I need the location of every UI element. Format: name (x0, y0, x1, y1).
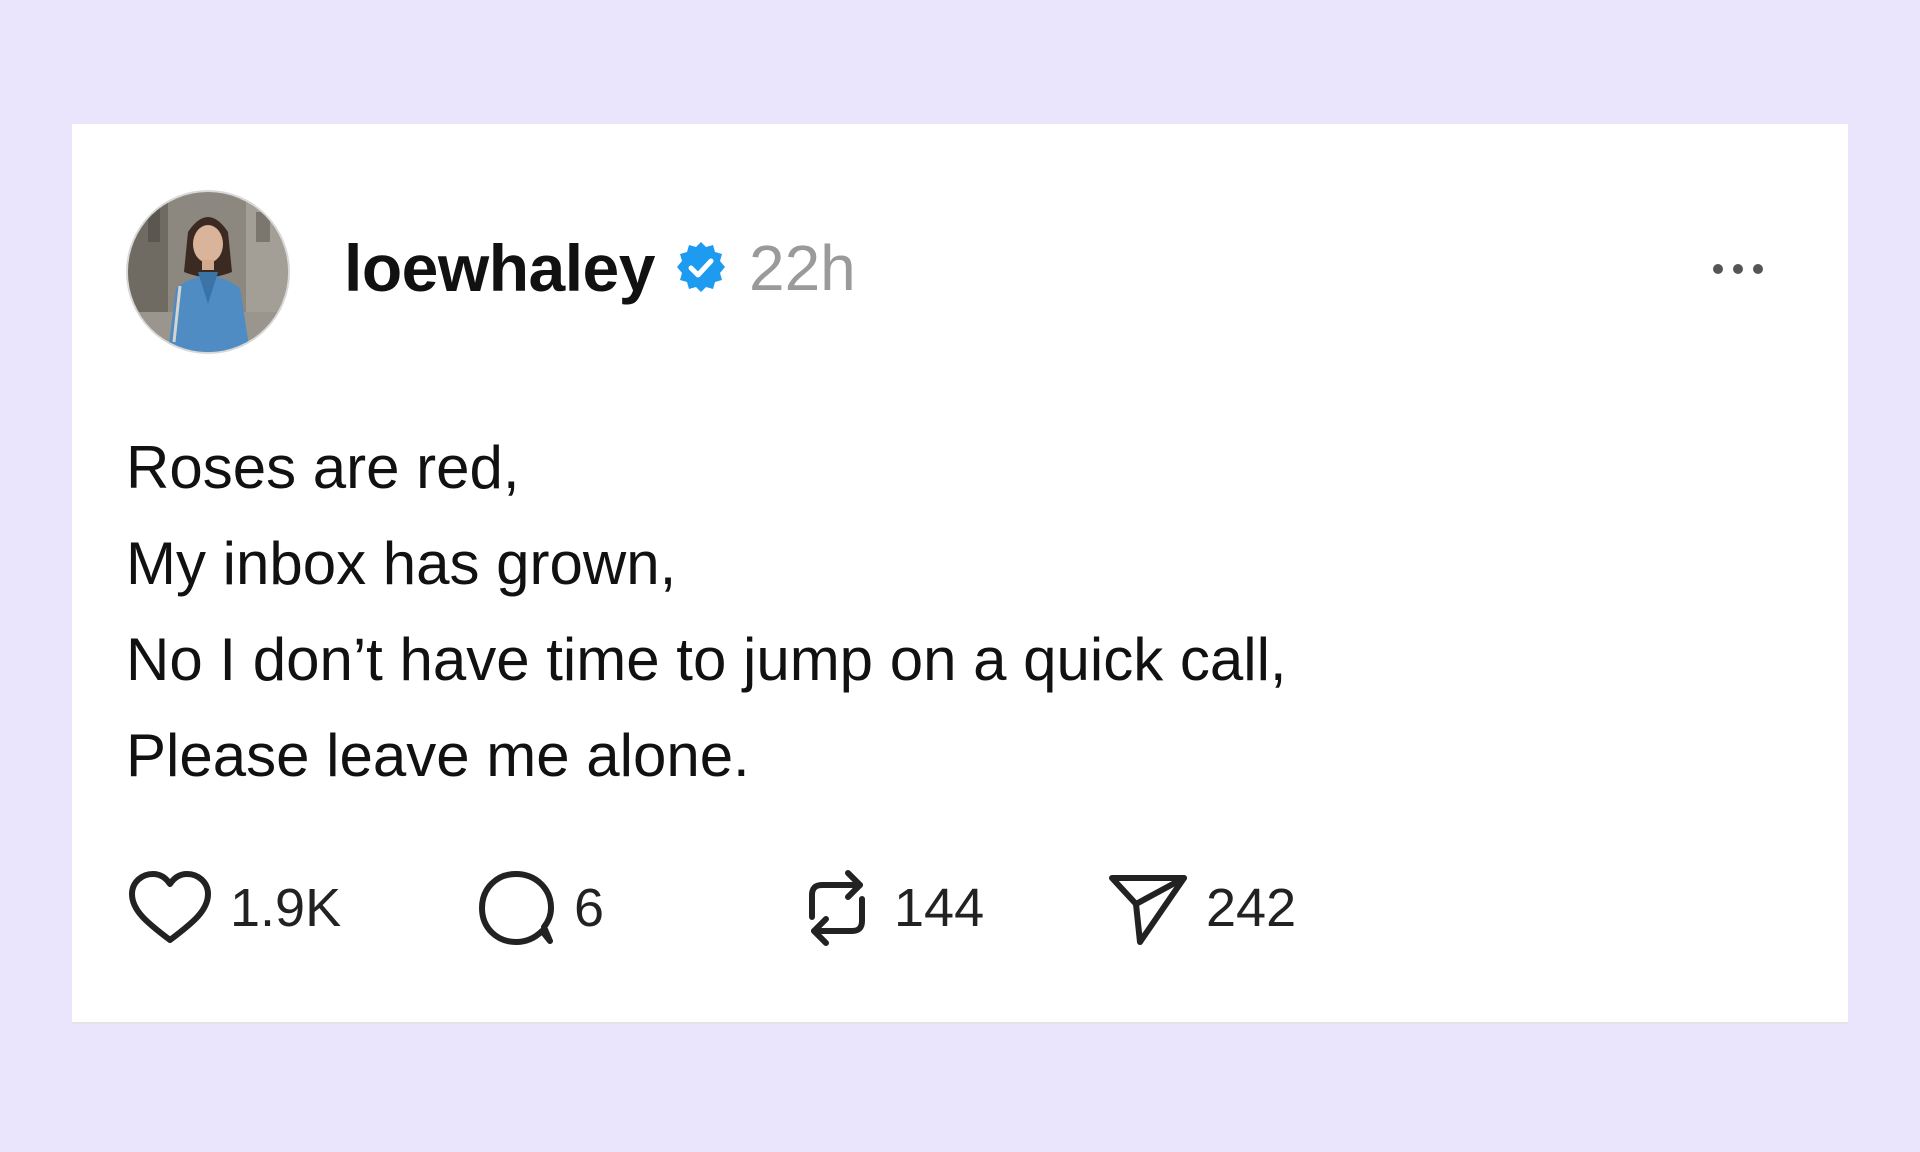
heart-icon (129, 871, 211, 943)
repost-icon (809, 870, 865, 946)
username[interactable]: loewhaley (344, 230, 655, 306)
repost-button[interactable]: 144 (796, 860, 984, 956)
verified-badge-icon (673, 240, 729, 296)
post-line: My inbox has grown, (126, 530, 677, 597)
post-header: loewhaley 22h (344, 228, 856, 308)
post-line: Please leave me alone. (126, 722, 750, 789)
more-options-icon[interactable] (1704, 254, 1784, 284)
post-line: No I don’t have time to jump on a quick … (126, 626, 1287, 693)
reply-button[interactable]: 6 (476, 860, 604, 956)
post-line: Roses are red, (126, 434, 520, 501)
avatar[interactable] (126, 190, 290, 354)
reply-count: 6 (574, 878, 605, 938)
repost-count: 144 (894, 878, 985, 938)
share-button[interactable]: 242 (1106, 860, 1296, 956)
share-count: 242 (1206, 878, 1297, 938)
post-timestamp: 22h (748, 232, 856, 304)
send-icon (1109, 875, 1187, 945)
comment-bubble-icon (479, 871, 554, 945)
like-button[interactable]: 1.9K (126, 860, 341, 956)
post-text: Roses are red, My inbox has grown, No I … (126, 420, 1786, 804)
post-actions: 1.9K 6 144 242 (126, 860, 1326, 956)
post-card: loewhaley 22h Roses are red, My inbox ha… (72, 124, 1848, 1024)
like-count: 1.9K (230, 878, 342, 938)
